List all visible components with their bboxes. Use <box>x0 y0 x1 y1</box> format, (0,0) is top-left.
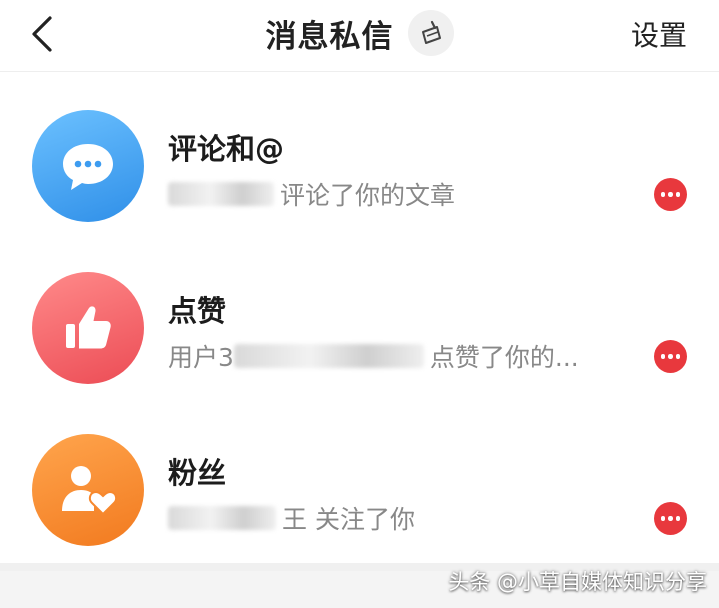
page-title: 消息私信 <box>265 18 394 55</box>
likes-avatar <box>32 272 144 384</box>
row-subtitle: 评论了你的文章 <box>168 176 455 212</box>
more-badge[interactable] <box>654 340 687 373</box>
clear-unread-button[interactable] <box>407 10 454 56</box>
subtitle-text: 评论了你的文章 <box>280 181 456 210</box>
settings-button[interactable]: 设置 <box>631 14 687 54</box>
row-title: 点赞 <box>168 294 227 328</box>
redacted-username <box>233 344 424 368</box>
subtitle-suffix: 王 <box>282 505 308 534</box>
thumbs-up-icon <box>66 306 111 349</box>
message-category-list: 评论和@ 评论了你的文章 点赞 用户3 点赞了你的... 粉丝 王 关注了你 <box>0 78 719 564</box>
message-row-comments[interactable]: 评论和@ 评论了你的文章 <box>0 78 719 240</box>
row-subtitle: 用户3 点赞了你的... <box>168 338 579 374</box>
subtitle-text: 点赞了你的... <box>429 343 579 372</box>
redacted-username <box>168 506 276 530</box>
broom-icon <box>421 20 441 44</box>
fans-avatar <box>32 434 144 546</box>
chat-bubble-icon <box>63 144 113 190</box>
subtitle-text: 关注了你 <box>315 505 416 534</box>
message-row-likes[interactable]: 点赞 用户3 点赞了你的... <box>0 240 719 402</box>
row-title: 粉丝 <box>168 456 227 490</box>
user-heart-icon <box>62 466 118 516</box>
top-navigation-bar: 消息私信 设置 <box>0 0 719 72</box>
more-badge[interactable] <box>654 502 687 535</box>
subtitle-prefix: 用户3 <box>168 343 234 372</box>
row-title: 评论和@ <box>168 132 285 166</box>
watermark-text: 头条 @小草自媒体知识分享 <box>448 570 707 594</box>
comments-avatar <box>32 110 144 222</box>
row-subtitle: 王 关注了你 <box>168 500 415 536</box>
message-row-fans[interactable]: 粉丝 王 关注了你 <box>0 402 719 564</box>
more-badge[interactable] <box>654 178 687 211</box>
title-group: 消息私信 <box>0 8 719 58</box>
redacted-username <box>168 182 274 206</box>
